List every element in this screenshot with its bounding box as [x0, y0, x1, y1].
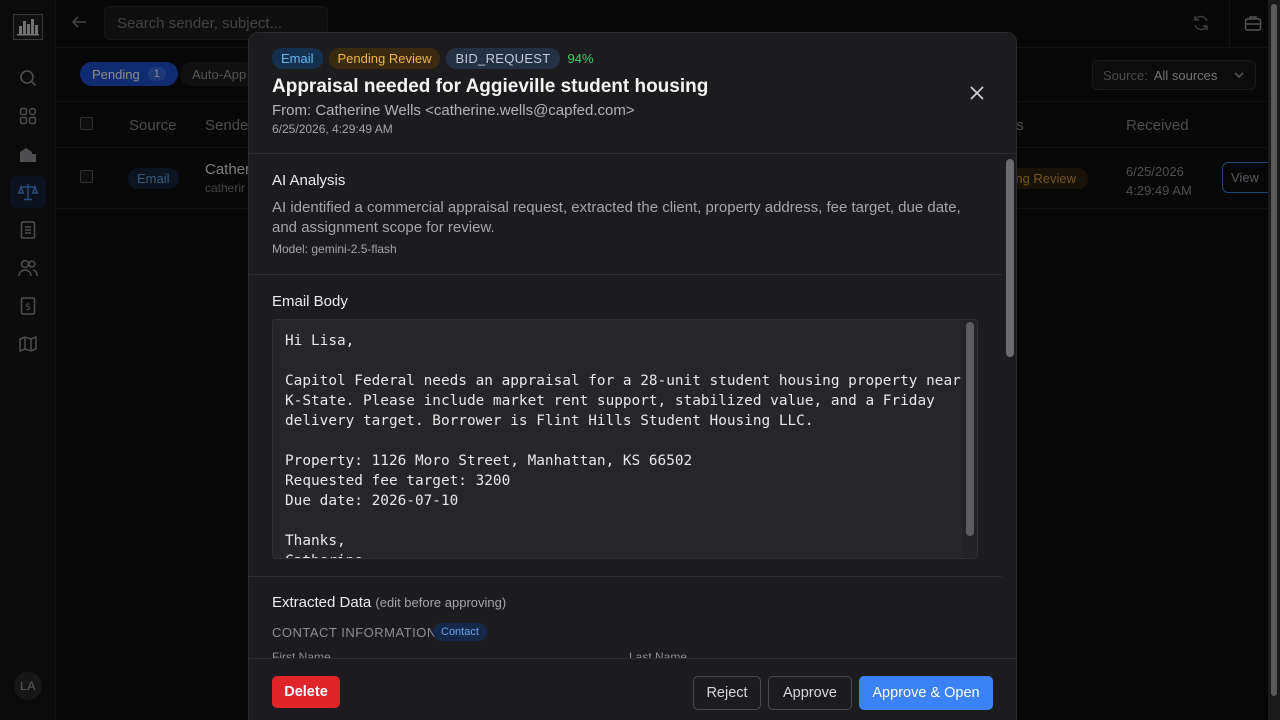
- modal-header: Email Pending Review BID_REQUEST 94% App…: [249, 33, 1016, 154]
- modal-body: AI Analysis AI identified a commercial a…: [249, 154, 1002, 659]
- modal-scrollbar[interactable]: [1003, 155, 1016, 659]
- page-scrollbar[interactable]: [1268, 0, 1280, 720]
- email-body-scrollbar[interactable]: [963, 320, 977, 558]
- email-body-text: Hi Lisa, Capitol Federal needs an apprai…: [285, 333, 961, 558]
- source-badge: Email: [272, 48, 323, 69]
- confidence-score: 94%: [567, 51, 594, 66]
- extracted-data-title: Extracted Data (edit before approving): [272, 594, 506, 611]
- contact-badge: Contact: [433, 623, 487, 641]
- approve-and-open-button[interactable]: Approve & Open: [859, 676, 993, 710]
- modal-scrollbar-thumb[interactable]: [1006, 159, 1014, 357]
- approve-button[interactable]: Approve: [768, 676, 852, 710]
- ai-analysis-text: AI identified a commercial appraisal req…: [272, 199, 961, 236]
- ai-analysis-title: AI Analysis: [272, 172, 346, 189]
- delete-button[interactable]: Delete: [272, 676, 340, 708]
- email-body-scrollbar-thumb[interactable]: [966, 322, 974, 536]
- modal-badges: Email Pending Review BID_REQUEST 94%: [272, 48, 594, 69]
- type-badge: BID_REQUEST: [446, 48, 560, 69]
- email-body-title: Email Body: [272, 293, 348, 310]
- email-review-modal: Email Pending Review BID_REQUEST 94% App…: [248, 32, 1017, 720]
- ai-model: Model: gemini-2.5-flash: [272, 242, 397, 256]
- modal-footer: Delete Reject Approve Approve & Open: [249, 658, 1016, 720]
- extracted-data-heading: Extracted Data: [272, 594, 372, 611]
- email-body-box[interactable]: Hi Lisa, Capitol Federal needs an apprai…: [272, 319, 978, 559]
- close-icon[interactable]: [969, 85, 985, 106]
- contact-info-label: CONTACT INFORMATION: [272, 625, 437, 640]
- modal-title: Appraisal needed for Aggieville student …: [272, 76, 709, 97]
- ai-analysis-section: AI Analysis AI identified a commercial a…: [249, 154, 1002, 275]
- page-scrollbar-thumb[interactable]: [1271, 4, 1277, 696]
- modal-date: 6/25/2026, 4:29:49 AM: [272, 122, 393, 136]
- status-badge: Pending Review: [328, 48, 441, 69]
- extracted-data-subtitle: (edit before approving): [375, 595, 507, 610]
- reject-button[interactable]: Reject: [693, 676, 761, 710]
- modal-from: From: Catherine Wells <catherine.wells@c…: [272, 102, 635, 119]
